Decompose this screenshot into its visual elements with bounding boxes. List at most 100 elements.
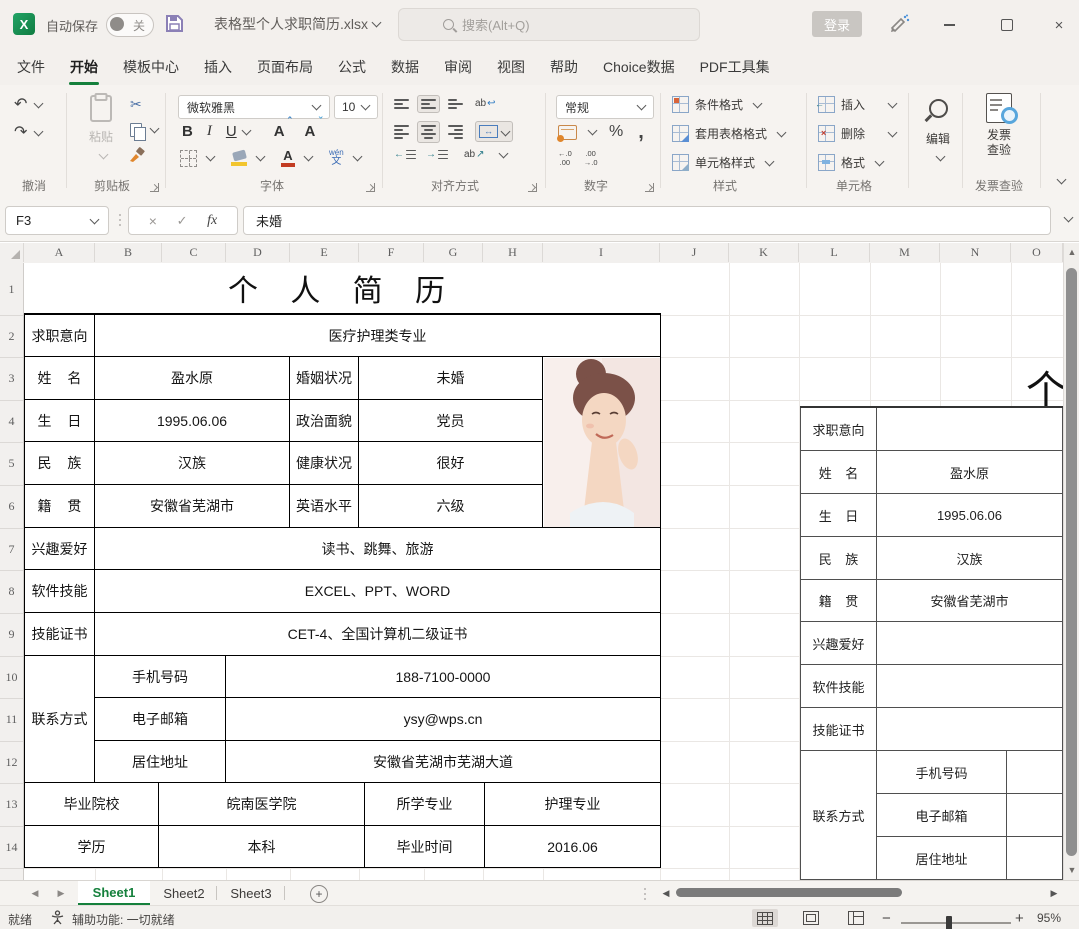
font-color-button[interactable]: A <box>281 149 295 167</box>
cell-label[interactable]: 政治面貌 <box>290 400 359 442</box>
column-header[interactable]: I <box>543 243 660 262</box>
tab-page-layout[interactable]: 页面布局 <box>256 55 314 79</box>
italic-button[interactable]: I <box>207 123 212 140</box>
cell-label[interactable]: 籍 贯 <box>24 485 95 528</box>
column-header[interactable]: G <box>424 243 483 262</box>
cell-label[interactable]: 技能证书 <box>24 613 95 656</box>
cell-value[interactable]: 医疗护理类专业 <box>95 315 661 357</box>
cell-label[interactable]: 生 日 <box>24 400 95 442</box>
bold-button[interactable]: B <box>182 123 193 140</box>
vertical-scrollbar[interactable]: ▲ ▼ <box>1063 243 1079 880</box>
cell-value[interactable]: 读书、跳舞、旅游 <box>95 528 661 570</box>
column-header[interactable]: N <box>940 243 1011 262</box>
grow-font-button[interactable]: Aˆ <box>274 123 285 140</box>
accessibility-icon[interactable] <box>50 910 65 925</box>
clipboard-dialog-launcher[interactable] <box>150 183 159 192</box>
cell-label[interactable]: 求职意向 <box>24 315 95 357</box>
format-painter-button[interactable] <box>128 147 146 163</box>
cell-value[interactable]: ysy@wps.cn <box>226 698 661 741</box>
zoom-out-button[interactable]: − <box>882 910 891 927</box>
insert-function-button[interactable]: fx <box>207 213 217 229</box>
tab-choice-data[interactable]: Choice数据 <box>602 55 676 79</box>
cell-label[interactable]: 籍 贯 <box>800 580 877 622</box>
expand-formula-bar-chevron-icon[interactable] <box>1064 213 1074 223</box>
cell-value[interactable]: 汉族 <box>95 442 290 485</box>
cell-value[interactable]: 1995.06.06 <box>877 494 1063 537</box>
scrollbar-grip-icon[interactable] <box>644 888 646 890</box>
tab-template-center[interactable]: 模板中心 <box>122 55 180 79</box>
cell-value[interactable]: EXCEL、PPT、WORD <box>95 570 661 613</box>
insert-cells-button[interactable]: ← 插入 <box>818 96 896 113</box>
cell-label[interactable]: 婚姻状况 <box>290 357 359 400</box>
row-header[interactable]: 6 <box>0 485 23 529</box>
column-header[interactable]: K <box>729 243 799 262</box>
column-header[interactable]: A <box>24 243 95 262</box>
tab-help[interactable]: 帮助 <box>549 55 579 79</box>
increase-decimal-button[interactable]: ←.0.00 <box>558 149 572 167</box>
horizontal-scroll-thumb[interactable] <box>676 888 902 897</box>
page-break-view-button[interactable] <box>843 909 869 927</box>
redo-button[interactable]: ↷ <box>14 125 42 141</box>
cell-value[interactable] <box>877 708 1063 751</box>
increase-indent-button[interactable]: → <box>426 149 448 160</box>
cell-styles-button[interactable]: 单元格样式 <box>672 154 773 171</box>
align-bottom-button[interactable] <box>448 99 463 109</box>
megaphone-icon[interactable] <box>888 13 910 35</box>
column-header[interactable]: M <box>870 243 940 262</box>
minimize-button[interactable] <box>938 14 960 36</box>
cancel-entry-icon[interactable]: × <box>149 213 157 229</box>
cell-label[interactable]: 民 族 <box>24 442 95 485</box>
cell-value[interactable]: 本科 <box>159 826 365 868</box>
cell-value[interactable]: 皖南医学院 <box>159 783 365 826</box>
formula-bar-grip-icon[interactable] <box>119 214 121 216</box>
document-title[interactable]: 表格型个人求职简历.xlsx <box>214 13 380 35</box>
cell-value[interactable]: CET-4、全国计算机二级证书 <box>95 613 661 656</box>
row-header[interactable]: 7 <box>0 528 23 571</box>
autosave-toggle[interactable]: 关 <box>106 13 154 37</box>
column-header[interactable]: F <box>359 243 424 262</box>
conditional-formatting-button[interactable]: 条件格式 <box>672 96 761 113</box>
font-size-select[interactable]: 10 <box>334 95 378 119</box>
cell-value[interactable]: 安徽省芜湖市芜湖大道 <box>226 741 661 783</box>
scroll-down-icon[interactable]: ▼ <box>1064 863 1079 877</box>
column-header[interactable]: O <box>1011 243 1063 262</box>
cell-label[interactable]: 姓 名 <box>800 451 877 494</box>
edit-button[interactable]: 编辑 <box>916 97 960 165</box>
delete-cells-button[interactable]: × 删除 <box>818 125 896 142</box>
sheet-tab-sheet2[interactable]: Sheet2 <box>155 881 213 905</box>
zoom-in-button[interactable]: + <box>1015 910 1024 927</box>
cell-value[interactable]: 六级 <box>359 485 543 528</box>
next-sheet-icon[interactable]: ▶ <box>54 887 68 899</box>
column-header[interactable]: L <box>799 243 870 262</box>
close-button[interactable]: × <box>1048 14 1070 36</box>
row-header[interactable]: 4 <box>0 400 23 443</box>
scroll-left-icon[interactable]: ◀ <box>660 887 672 899</box>
align-center-button[interactable] <box>417 121 440 143</box>
decrease-indent-button[interactable]: ← <box>394 149 416 160</box>
cell-label[interactable]: 毕业院校 <box>24 783 159 826</box>
select-all-corner[interactable] <box>0 243 24 262</box>
alignment-dialog-launcher[interactable] <box>528 183 537 192</box>
cell-label[interactable]: 手机号码 <box>95 656 226 698</box>
cell-label[interactable]: 兴趣爱好 <box>800 622 877 665</box>
scroll-right-icon[interactable]: ▶ <box>1048 887 1060 899</box>
format-as-table-button[interactable]: 套用表格格式 <box>672 125 785 142</box>
cell-value[interactable]: 188-7100-0000 <box>226 656 661 698</box>
row-header[interactable]: 1 <box>0 263 23 316</box>
cell-label[interactable]: 居住地址 <box>95 741 226 783</box>
cell-label[interactable]: 姓 名 <box>24 357 95 400</box>
comma-button[interactable]: , <box>638 126 644 138</box>
cell-value[interactable]: 安徽省芜湖市 <box>95 485 290 528</box>
align-top-button[interactable] <box>394 99 409 109</box>
cut-button[interactable]: ✂ <box>130 96 142 113</box>
sheet-tab-sheet3[interactable]: Sheet3 <box>222 881 280 905</box>
scroll-up-icon[interactable]: ▲ <box>1064 245 1079 259</box>
font-name-select[interactable]: 微软雅黑 <box>178 95 330 119</box>
cell-value[interactable] <box>1007 794 1063 837</box>
column-header[interactable]: E <box>290 243 359 262</box>
tab-file[interactable]: 文件 <box>16 55 46 79</box>
tab-view[interactable]: 视图 <box>496 55 526 79</box>
tab-review[interactable]: 审阅 <box>443 55 473 79</box>
fill-color-button[interactable] <box>231 151 247 166</box>
copy-button[interactable] <box>130 123 158 137</box>
